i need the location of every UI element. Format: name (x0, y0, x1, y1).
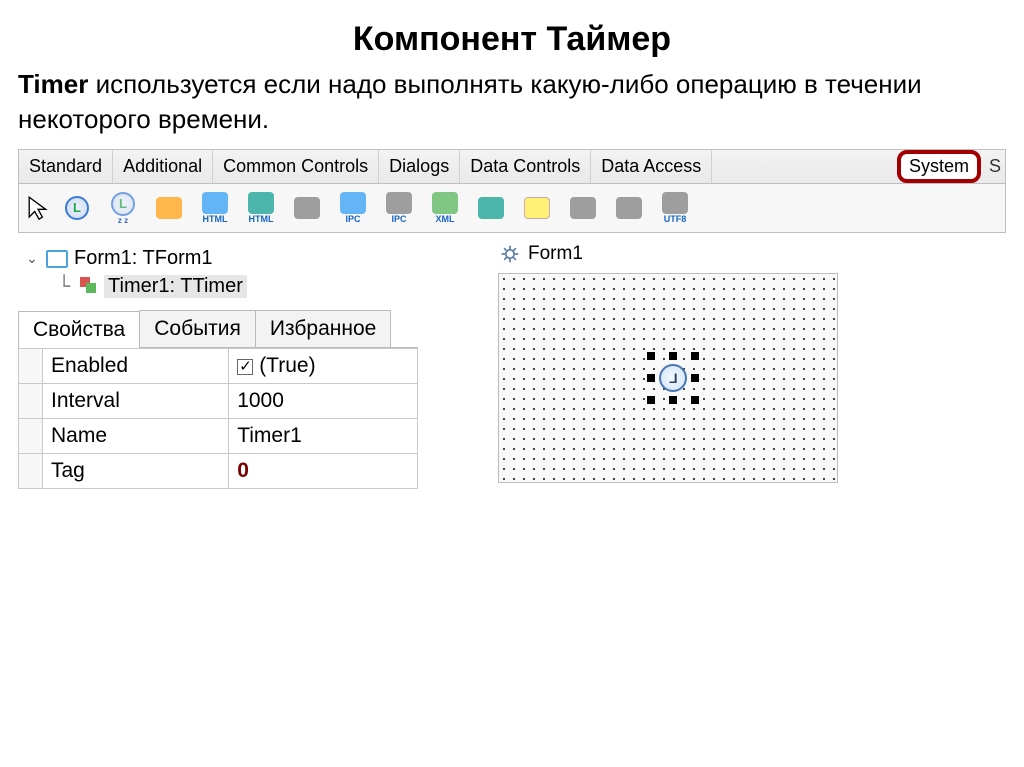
list-icon[interactable] (473, 190, 509, 226)
desc-rest: используется если надо выполнять какую-л… (18, 69, 922, 134)
timer-component-icon[interactable] (659, 364, 687, 392)
slide-title: Компонент Таймер (18, 20, 1006, 59)
tree-child-row[interactable]: └ Timer1: TTimer (58, 272, 412, 300)
tab-data-access[interactable]: Data Access (591, 150, 712, 183)
prop-value[interactable]: (True) (229, 349, 418, 384)
gear2-icon[interactable] (611, 190, 647, 226)
tree-guide: └ (58, 274, 70, 298)
prop-row-name[interactable]: Name Timer1 (19, 419, 418, 454)
tree-child-label: Timer1: TTimer (104, 275, 247, 298)
ipc-client-icon[interactable]: IPC (335, 190, 371, 226)
gear1-icon[interactable] (565, 190, 601, 226)
desc-bold: Timer (18, 69, 88, 99)
resize-handle[interactable] (669, 352, 677, 360)
selected-component[interactable] (649, 354, 697, 402)
resize-handle[interactable] (647, 396, 655, 404)
prop-name: Enabled (43, 349, 229, 384)
tree-root-label: Form1: TForm1 (74, 247, 213, 270)
tab-system-highlighted[interactable]: System (897, 150, 981, 183)
designer-header: Form1 (498, 239, 1006, 269)
tree-root-row[interactable]: ⌄ Form1: TForm1 (24, 245, 412, 272)
tab-properties[interactable]: Свойства (18, 311, 140, 348)
property-grid: Enabled (True) Interval 1000 Name Timer1 (18, 348, 418, 489)
tab-common-controls[interactable]: Common Controls (213, 150, 379, 183)
prop-value[interactable]: 0 (229, 454, 418, 489)
brush-icon[interactable] (519, 190, 555, 226)
tab-favorites[interactable]: Избранное (255, 310, 391, 347)
html-producer-icon[interactable]: HTML (197, 190, 233, 226)
tree-collapse-icon[interactable]: ⌄ (24, 251, 40, 267)
component-icon (80, 277, 98, 295)
prop-name: Tag (43, 454, 229, 489)
prop-row-tag[interactable]: Tag 0 (19, 454, 418, 489)
resize-handle[interactable] (669, 396, 677, 404)
resize-handle[interactable] (691, 396, 699, 404)
tab-data-controls[interactable]: Data Controls (460, 150, 591, 183)
object-tree: ⌄ Form1: TForm1 └ Timer1: TTimer (18, 239, 418, 310)
xml-icon[interactable]: XML (427, 190, 463, 226)
designer-title: Form1 (528, 243, 583, 265)
html-consumer-icon[interactable]: HTML (243, 190, 279, 226)
component-icon-3[interactable] (151, 190, 187, 226)
prop-row-interval[interactable]: Interval 1000 (19, 384, 418, 419)
tab-overflow: S (987, 150, 1005, 183)
timer-icon[interactable] (59, 190, 95, 226)
resize-handle[interactable] (647, 352, 655, 360)
prop-name: Name (43, 419, 229, 454)
tab-standard[interactable]: Standard (19, 150, 113, 183)
tab-dialogs[interactable]: Dialogs (379, 150, 460, 183)
process-icon[interactable] (289, 190, 325, 226)
palette-tabs: Standard Additional Common Controls Dial… (18, 149, 1006, 184)
gear-icon (500, 244, 520, 264)
resize-handle[interactable] (691, 352, 699, 360)
resize-handle[interactable] (691, 374, 699, 382)
tab-events[interactable]: События (139, 310, 256, 347)
slide-description: Timer используется если надо выполнять к… (18, 67, 1006, 137)
prop-value[interactable]: 1000 (229, 384, 418, 419)
form-designer-surface[interactable] (498, 273, 838, 483)
prop-name: Interval (43, 384, 229, 419)
ipc-server-icon[interactable]: IPC (381, 190, 417, 226)
cursor-select-icon[interactable] (27, 195, 49, 221)
utf8-icon[interactable]: UTF8 (657, 190, 693, 226)
palette-toolbar: z z HTML HTML IPC IPC XML UTF8 (18, 184, 1006, 233)
tab-additional[interactable]: Additional (113, 150, 213, 183)
inspector-tabs: Свойства События Избранное (18, 310, 418, 348)
prop-value[interactable]: Timer1 (229, 419, 418, 454)
form-icon (46, 250, 68, 268)
idle-timer-icon[interactable]: z z (105, 190, 141, 226)
resize-handle[interactable] (647, 374, 655, 382)
checkbox-icon[interactable] (237, 359, 253, 375)
prop-row-enabled[interactable]: Enabled (True) (19, 349, 418, 384)
